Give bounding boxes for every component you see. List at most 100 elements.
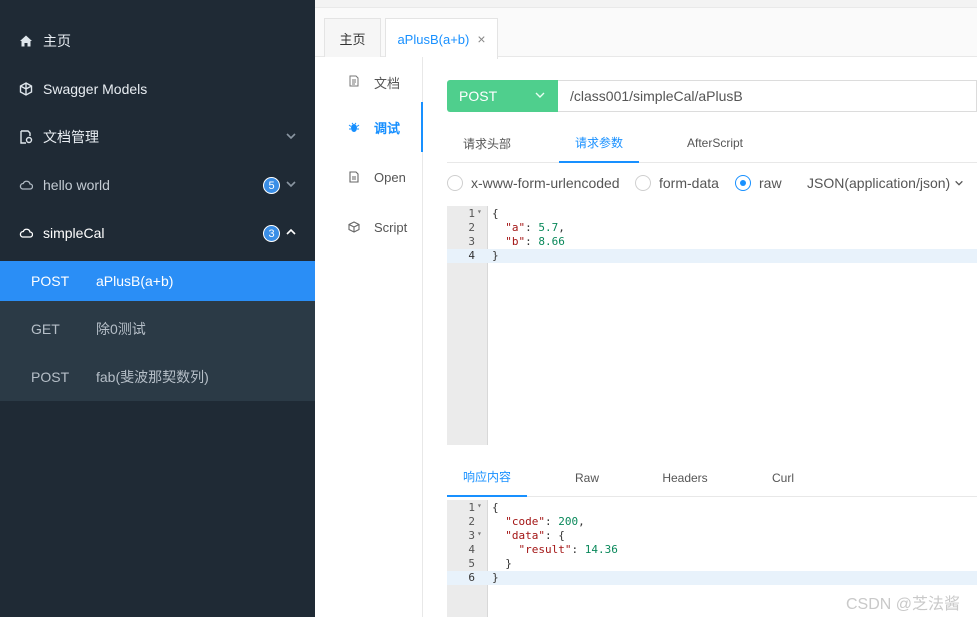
sidebar-item-swagger-models[interactable]: Swagger Models [0,65,315,113]
api-view-menu: 文档 调试 Open Script [315,57,423,617]
code-text: } [492,557,512,570]
sidebar-item-doc-management[interactable]: 文档管理 [0,113,315,161]
count-badge: 5 [263,177,280,194]
tab-headers[interactable]: Headers [645,458,725,497]
radio-raw[interactable]: raw [735,175,782,191]
tab-label: 请求头部 [462,136,511,151]
http-method: GET [31,321,60,337]
tab-curl[interactable]: Curl [743,458,823,497]
content-type-value: JSON(application/json) [807,175,951,191]
bug-icon [348,122,360,132]
close-icon[interactable]: × [477,31,485,47]
radio-circle[interactable] [635,175,651,191]
watermark: CSDN @芝法酱 [846,596,961,613]
tab-request-params[interactable]: 请求参数 [559,123,639,163]
radio-circle[interactable] [735,175,751,191]
chevron-down-icon [955,180,963,186]
code-text: } [492,249,499,262]
document-settings-icon [20,130,33,144]
sidebar-item-label: simpleCal [43,225,105,241]
menu-item-open[interactable]: Open [315,152,423,202]
code-text: "data": { [505,529,565,542]
api-item-aplusb[interactable]: POST aPlusB(a+b) [0,261,315,301]
line-number: 1 [468,501,475,514]
line-number: 6 [468,571,475,584]
tab-label: Raw [574,470,599,485]
api-name: aPlusB(a+b) [96,273,174,289]
fold-icon[interactable]: ▾ [477,501,482,510]
sidebar-item-label: Swagger Models [43,81,148,97]
code-line: 4 "result": 14.36 [447,543,977,557]
sidebar-item-simplecal[interactable]: simpleCal 3 [0,209,315,257]
menu-item-label: Script [374,219,408,235]
body-type-group: x-www-form-urlencoded form-data raw JSON… [447,172,977,196]
tab-label: Curl [771,470,794,485]
json-key: "data" [505,529,545,542]
request-body-editor[interactable]: 1 ▾ { 2 "a": 5.7, 3 "b": 8.66 4 } [447,206,977,445]
code-line: 6 } [447,571,977,585]
menu-item-debug[interactable]: 调试 [315,102,423,152]
api-item-divide-zero[interactable]: GET 除0测试 [0,309,315,349]
line-number: 3 [468,529,475,542]
code-brace: } [505,557,512,570]
cloud-icon [19,180,33,190]
radio-label: raw [759,175,782,191]
menu-item-label: 调试 [374,120,401,136]
http-method: POST [31,369,70,385]
menu-item-script[interactable]: Script [315,202,423,252]
response-tabs: 响应内容 Raw Headers Curl [447,458,977,497]
tab-label: 主页 [339,32,366,47]
api-name: fab(斐波那契数列) [96,369,209,385]
tab-label: AfterScript [686,136,743,150]
json-value: 8.66 [538,235,565,248]
method-select[interactable]: POST [447,80,558,112]
top-strip [315,0,977,8]
radio-circle[interactable] [447,175,463,191]
api-name: 除0测试 [96,321,146,337]
tab-response-content[interactable]: 响应内容 [447,458,527,497]
tab-label: Headers [662,470,708,485]
fold-icon[interactable]: ▾ [477,207,482,216]
radio-form-data[interactable]: form-data [635,175,719,191]
tab-label: aPlusB(a+b) [397,31,470,47]
content-type-select[interactable]: JSON(application/json) [807,175,964,191]
tab-home[interactable]: 主页 [324,18,381,58]
sidebar: 主页 Swagger Models 文档管理 hello world 5 sim… [0,0,315,617]
url-input[interactable]: /class001/simpleCal/aPlusB [558,80,977,112]
json-key: "result" [518,543,572,556]
tab-afterscript[interactable]: AfterScript [675,123,755,163]
line-number: 4 [468,543,475,556]
method-value: POST [459,88,498,104]
code-text: "code": 200, [505,515,585,528]
code-line: 1 ▾ { [447,501,977,515]
api-item-fab[interactable]: POST fab(斐波那契数列) [0,357,315,397]
json-key: "code" [505,515,545,528]
json-value: 5.7 [538,221,559,234]
sidebar-item-home[interactable]: 主页 [0,17,315,65]
line-number: 3 [468,235,475,248]
tab-request-headers[interactable]: 请求头部 [447,123,527,163]
http-method: POST [31,273,70,289]
code-text: } [492,571,499,584]
tab-bar: 主页 aPlusB(a+b) × [315,8,977,59]
sidebar-item-hello-world[interactable]: hello world 5 [0,161,315,209]
radio-urlencoded[interactable]: x-www-form-urlencoded [447,175,620,191]
tab-raw[interactable]: Raw [547,458,627,497]
chevron-down-icon [535,92,545,98]
chevron-down-icon [286,133,296,140]
code-line: 2 "code": 200, [447,515,977,529]
code-text: "a": 5.7, [505,221,565,234]
cube-icon [19,82,33,96]
line-number: 5 [468,557,475,570]
cloud-icon [19,228,33,238]
tab-aplusb[interactable]: aPlusB(a+b) × [385,18,498,59]
url-value: /class001/simpleCal/aPlusB [570,88,743,104]
fold-icon[interactable]: ▾ [477,529,482,538]
code-text: "b": 8.66 [505,235,565,248]
chevron-up-icon [286,228,296,235]
api-submenu: POST aPlusB(a+b) GET 除0测试 POST fab(斐波那契数… [0,261,315,401]
line-number: 2 [468,515,475,528]
json-key: "b" [505,235,526,248]
count-badge: 3 [263,225,280,242]
menu-item-doc[interactable]: 文档 [315,57,423,107]
